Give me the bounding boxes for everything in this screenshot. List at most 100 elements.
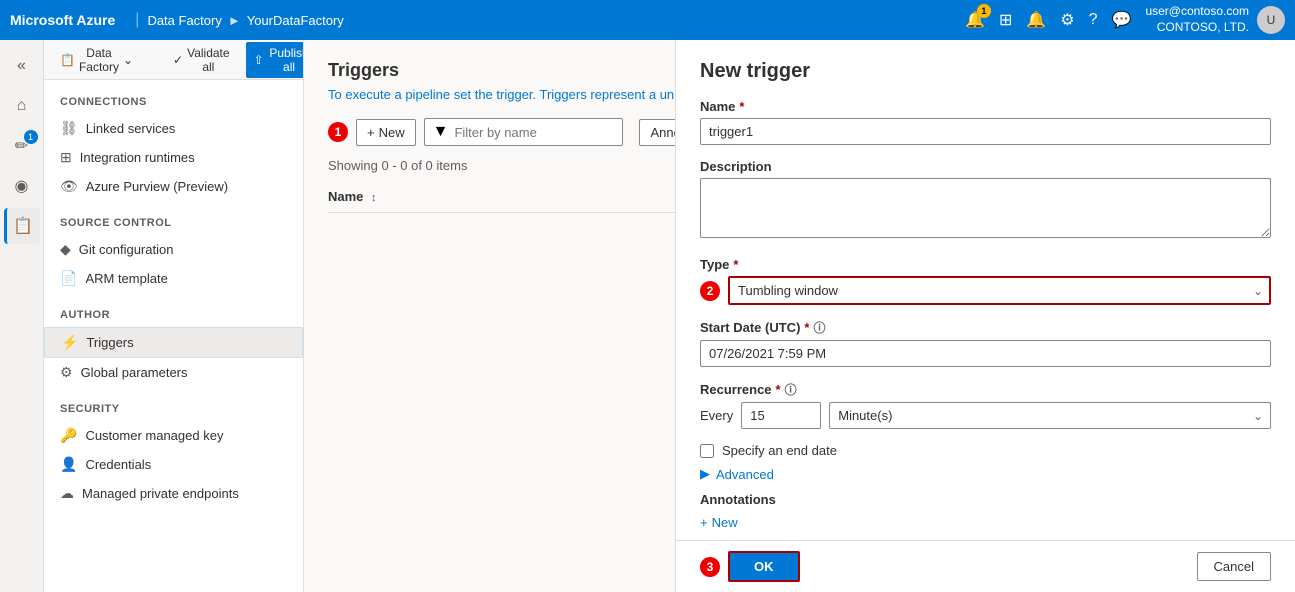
breadcrumb-arrow: ► (228, 13, 241, 28)
step2-badge: 2 (700, 281, 720, 301)
topbar-right: 🔔 1 ⊞ 🔔 ⚙ ? 💬 user@contoso.com CONTOSO, … (965, 4, 1285, 35)
validate-icon: ✓ (173, 53, 183, 67)
recurrence-value-input[interactable] (741, 402, 821, 429)
feedback-icon[interactable]: 💬 (1112, 10, 1132, 30)
nav-git-configuration[interactable]: ◆ Git configuration (44, 235, 303, 264)
notifications-icon[interactable]: 🔔 1 (965, 10, 985, 30)
user-org: CONTOSO, LTD. (1157, 20, 1249, 36)
add-annotation-row[interactable]: + New (700, 515, 1271, 530)
annotations-section: Annotations + New (700, 492, 1271, 530)
name-input[interactable] (700, 118, 1271, 145)
breadcrumb-data-factory[interactable]: Data Factory (147, 13, 221, 28)
recurrence-required: * (776, 382, 781, 397)
description-textarea[interactable] (700, 178, 1271, 238)
publish-label: Publish all (268, 46, 304, 74)
sidebar-monitor-btn[interactable]: ◉ (4, 168, 40, 204)
step3-badge: 3 (700, 557, 720, 577)
purview-icon: 👁 (60, 178, 78, 195)
sidebar-collapse-btn[interactable]: « (4, 48, 40, 84)
content-area: Triggers To execute a pipeline set the t… (304, 40, 1295, 592)
name-form-group: Name * (700, 99, 1271, 145)
nav-managed-private-endpoints[interactable]: ☁ Managed private endpoints (44, 479, 303, 508)
nav-customer-managed-key[interactable]: 🔑 Customer managed key (44, 421, 303, 450)
breadcrumb: Data Factory ► YourDataFactory (147, 13, 343, 28)
type-select-wrap: Tumbling window Schedule Event Custom ⌄ (728, 276, 1271, 305)
triggers-icon: ⚡ (61, 334, 78, 351)
new-trigger-button[interactable]: + New (356, 119, 416, 146)
recurrence-unit-select[interactable]: Minute(s) Second(s) Hour(s) Day(s) Week(… (829, 402, 1271, 429)
annotations-title: Annotations (700, 492, 1271, 507)
description-label: Description (700, 159, 1271, 174)
advanced-triangle: ▶ (700, 466, 710, 482)
settings-icon[interactable]: ⚙ (1060, 10, 1074, 30)
name-sort-icon[interactable]: ↕ (371, 192, 377, 204)
purview-label: Azure Purview (Preview) (86, 179, 228, 194)
specify-end-date-checkbox[interactable] (700, 444, 714, 458)
sidebar-manage-btn[interactable]: 📋 (4, 208, 40, 244)
type-form-group: Type * 2 Tumbling window Schedule Event … (700, 257, 1271, 305)
linked-services-label: Linked services (86, 121, 176, 136)
ok-button[interactable]: OK (728, 551, 800, 582)
start-date-form-group: Start Date (UTC) * ⓘ (700, 319, 1271, 367)
linked-services-icon: ⛓ (60, 120, 78, 137)
recurrence-row: Every Minute(s) Second(s) Hour(s) Day(s)… (700, 402, 1271, 429)
bell-icon[interactable]: 🔔 (1026, 10, 1046, 30)
icon-sidebar: « ⌂ ✏ 1 ◉ 📋 (0, 40, 44, 592)
nav-linked-services[interactable]: ⛓ Linked services (44, 114, 303, 143)
nav-integration-runtimes[interactable]: ⊞ Integration runtimes (44, 143, 303, 172)
security-title: Security (60, 403, 120, 415)
name-required: * (739, 99, 744, 114)
global-parameters-label: Global parameters (81, 365, 188, 380)
main-area: « ⌂ ✏ 1 ◉ 📋 📋 Data Factory ⌄ ✓ Validate … (0, 40, 1295, 592)
new-trigger-panel: New trigger Name * Description Type * 2 (675, 40, 1295, 592)
help-icon[interactable]: ? (1089, 11, 1098, 29)
recurrence-unit-wrap: Minute(s) Second(s) Hour(s) Day(s) Week(… (829, 402, 1271, 429)
type-required: * (733, 257, 738, 272)
notification-badge: 1 (977, 4, 991, 18)
specify-end-date-row: Specify an end date (700, 443, 1271, 458)
recurrence-form-group: Recurrence * ⓘ Every Minute(s) Second(s)… (700, 381, 1271, 429)
avatar[interactable]: U (1257, 6, 1285, 34)
type-select[interactable]: Tumbling window Schedule Event Custom (728, 276, 1271, 305)
step1-badge: 1 (328, 122, 348, 142)
filter-input-wrap: ▼ (424, 118, 624, 146)
validate-all-button[interactable]: ✓ Validate all (165, 42, 238, 78)
name-label: Name * (700, 99, 1271, 114)
cancel-button[interactable]: Cancel (1197, 552, 1271, 581)
breadcrumb-your-data-factory[interactable]: YourDataFactory (247, 13, 344, 28)
specify-end-date-label: Specify an end date (722, 443, 837, 458)
portal-icon[interactable]: ⊞ (999, 10, 1012, 30)
nav-triggers[interactable]: ⚡ Triggers (44, 327, 303, 358)
start-date-info-icon: ⓘ (813, 319, 825, 336)
connections-section-header: Connections (44, 80, 303, 114)
publish-icon: ⇧ (254, 53, 264, 67)
filter-input[interactable] (454, 125, 614, 140)
left-panel-toolbar: 📋 Data Factory ⌄ ✓ Validate all ⇧ Publis… (44, 40, 303, 80)
nav-global-parameters[interactable]: ⚙ Global parameters (44, 358, 303, 387)
description-form-group: Description (700, 159, 1271, 243)
data-factory-chevron: ⌄ (123, 53, 133, 67)
type-label: Type * (700, 257, 1271, 272)
integration-runtimes-label: Integration runtimes (80, 150, 195, 165)
left-panel: 📋 Data Factory ⌄ ✓ Validate all ⇧ Publis… (44, 40, 304, 592)
nav-azure-purview[interactable]: 👁 Azure Purview (Preview) (44, 172, 303, 201)
start-date-label: Start Date (UTC) * ⓘ (700, 319, 1271, 336)
brand-label: Microsoft Azure (10, 12, 115, 28)
nav-arm-template[interactable]: 📄 ARM template (44, 264, 303, 293)
sidebar-pencil-btn[interactable]: ✏ 1 (4, 128, 40, 164)
panel-title: New trigger (700, 60, 1271, 83)
git-configuration-label: Git configuration (79, 242, 174, 257)
sidebar-home-btn[interactable]: ⌂ (4, 88, 40, 124)
user-info: user@contoso.com CONTOSO, LTD. U (1145, 4, 1285, 35)
data-factory-button[interactable]: 📋 Data Factory ⌄ (52, 42, 141, 78)
nav-source-control-section: Source control ◆ Git configuration 📄 ARM… (44, 201, 303, 293)
integration-runtimes-icon: ⊞ (60, 149, 72, 166)
topbar: Microsoft Azure | Data Factory ► YourDat… (0, 0, 1295, 40)
start-date-input[interactable] (700, 340, 1271, 367)
start-date-required: * (804, 320, 809, 335)
publish-all-button[interactable]: ⇧ Publish all 1 (246, 42, 304, 78)
nav-credentials[interactable]: 👤 Credentials (44, 450, 303, 479)
advanced-row[interactable]: ▶ Advanced (700, 466, 1271, 482)
credentials-label: Credentials (85, 457, 151, 472)
private-endpoints-icon: ☁ (60, 485, 74, 502)
